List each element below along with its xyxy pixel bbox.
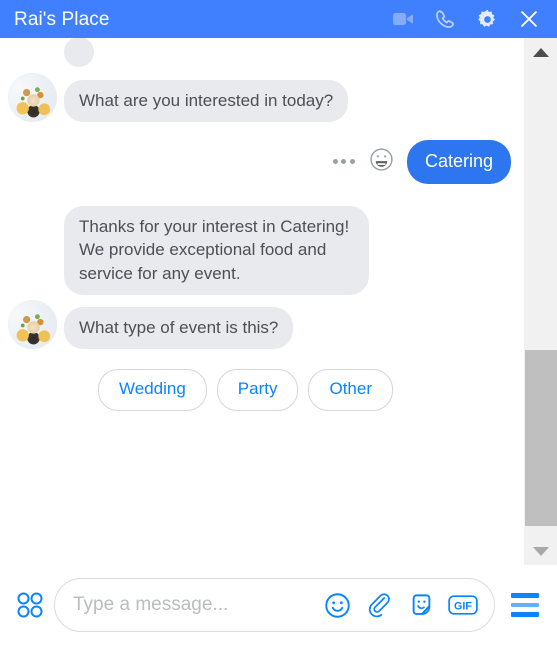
message-row: What are you interested in today? (0, 73, 523, 122)
quick-reply-party[interactable]: Party (216, 369, 299, 411)
avatar-food-image (8, 300, 57, 350)
message-row-clipped (0, 38, 523, 67)
scroll-up-arrow-icon[interactable] (524, 38, 557, 66)
sticker-icon[interactable] (406, 590, 436, 620)
message-composer: GIF (0, 565, 557, 645)
gif-icon[interactable]: GIF (448, 590, 478, 620)
message-bubble-clipped (64, 38, 94, 67)
scrollbar-thumb[interactable] (525, 350, 557, 526)
message-row: Catering (0, 140, 523, 184)
hamburger-line-bottom (511, 612, 539, 617)
message-input[interactable] (73, 594, 314, 616)
message-row: Thanks for your interest in Catering! We… (0, 205, 523, 296)
avatar (8, 73, 57, 122)
scroll-down-arrow-icon[interactable] (524, 537, 557, 565)
video-call-icon[interactable] (391, 7, 415, 31)
chat-header: Rai's Place (0, 0, 557, 38)
message-bubble-user: Catering (406, 140, 511, 184)
add-reaction-icon[interactable] (369, 147, 394, 177)
close-icon[interactable] (517, 7, 541, 31)
attachment-paperclip-icon[interactable] (364, 590, 394, 620)
quick-reply-group: Wedding Party Other (0, 357, 523, 416)
message-actions (332, 147, 394, 177)
quick-reply-other[interactable]: Other (308, 369, 394, 411)
messenger-window: Rai's Place What are you interested in t… (0, 0, 557, 645)
message-row: What type of event is this? (0, 300, 523, 350)
message-bubble-bot: What are you interested in today? (64, 79, 349, 122)
arrow-up-glyph (532, 47, 549, 57)
composer-icon-group: GIF (314, 590, 478, 620)
page-title: Rai's Place (14, 8, 110, 30)
gif-label: GIF (454, 600, 472, 612)
emoji-icon[interactable] (322, 590, 352, 620)
message-input-container[interactable]: GIF (54, 578, 495, 632)
header-actions (391, 7, 545, 31)
hamburger-line-top (511, 593, 539, 598)
message-bubble-bot: What type of event is this? (64, 306, 294, 350)
apps-grid-icon[interactable] (10, 585, 50, 625)
more-options-icon[interactable] (332, 159, 355, 165)
quick-reply-wedding[interactable]: Wedding (98, 369, 207, 411)
arrow-down-glyph (532, 546, 549, 556)
message-bubble-bot: Thanks for your interest in Catering! We… (64, 205, 369, 296)
chat-scrollbar[interactable] (523, 38, 557, 565)
avatar (8, 300, 57, 350)
message-list: What are you interested in today? Cateri… (0, 38, 523, 565)
avatar-food-image (8, 73, 57, 122)
hamburger-line-middle (511, 603, 539, 607)
message-list-inner: What are you interested in today? Cateri… (0, 38, 523, 427)
voice-call-icon[interactable] (433, 7, 457, 31)
hamburger-menu-icon[interactable] (505, 585, 545, 625)
settings-gear-icon[interactable] (475, 7, 499, 31)
